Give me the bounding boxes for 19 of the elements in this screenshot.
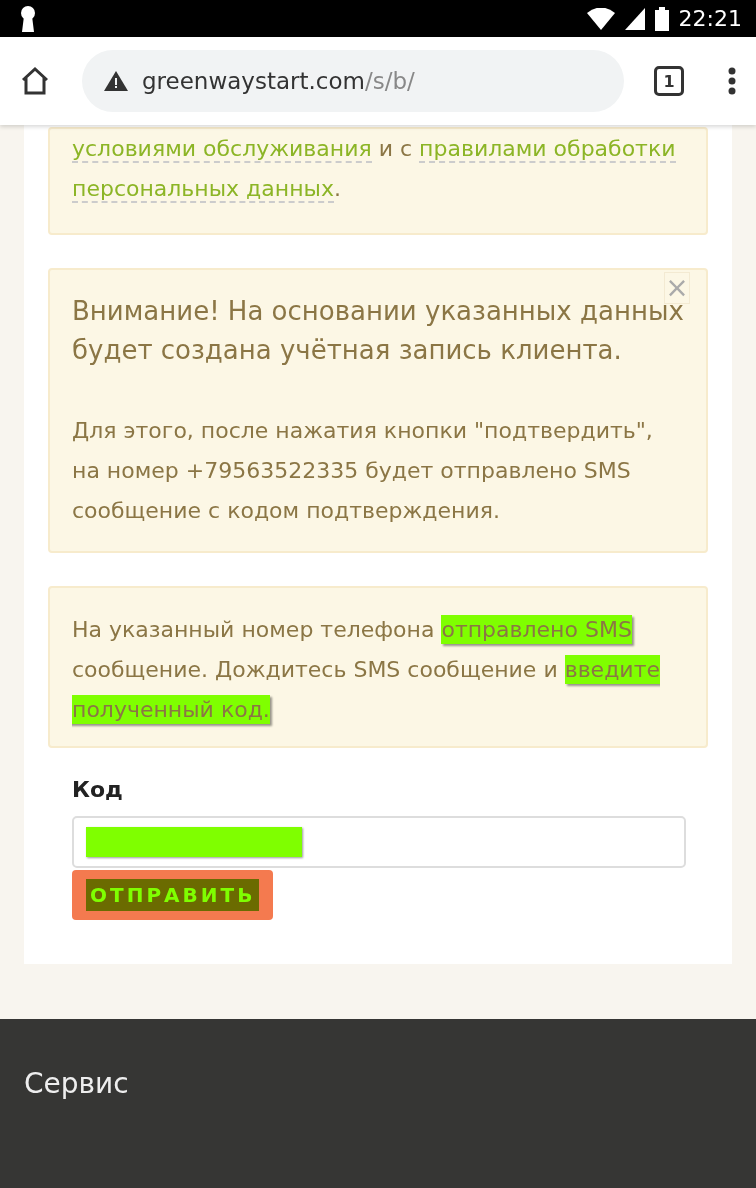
warning-icon (104, 71, 128, 91)
battery-icon (654, 6, 669, 31)
menu-icon[interactable] (728, 67, 736, 95)
wifi-icon (586, 7, 615, 30)
address-bar[interactable]: greenwaystart.com/s/b/ (82, 50, 624, 112)
submit-button[interactable]: ОТПРАВИТЬ (72, 870, 274, 920)
url-host: greenwaystart.com (142, 68, 365, 94)
signal-icon (624, 7, 645, 30)
keyhole-icon (20, 5, 36, 32)
code-input-field[interactable] (72, 816, 686, 868)
clock-time: 22:21 (678, 6, 742, 31)
url-path: /s/b/ (364, 68, 415, 94)
tab-count-button[interactable]: 1 (654, 66, 684, 96)
notice-text: Для этого, после нажатия кнопки "подтвердить", на номер +79563522335 будет отправлено SMS сообщение с кодом подтверждения. (72, 417, 654, 525)
consent-notice: условиями обслуживания и с правилами обработки персональных данных. (48, 127, 708, 235)
sms-notice: На указанный номер телефона отправлено SMS сообщение. Дождитесь SMS сообщение и введите полученный код. (48, 586, 708, 748)
field-label: Код (72, 777, 124, 802)
home-icon[interactable] (20, 66, 50, 96)
footer-heading: Сервис (24, 1067, 130, 1100)
